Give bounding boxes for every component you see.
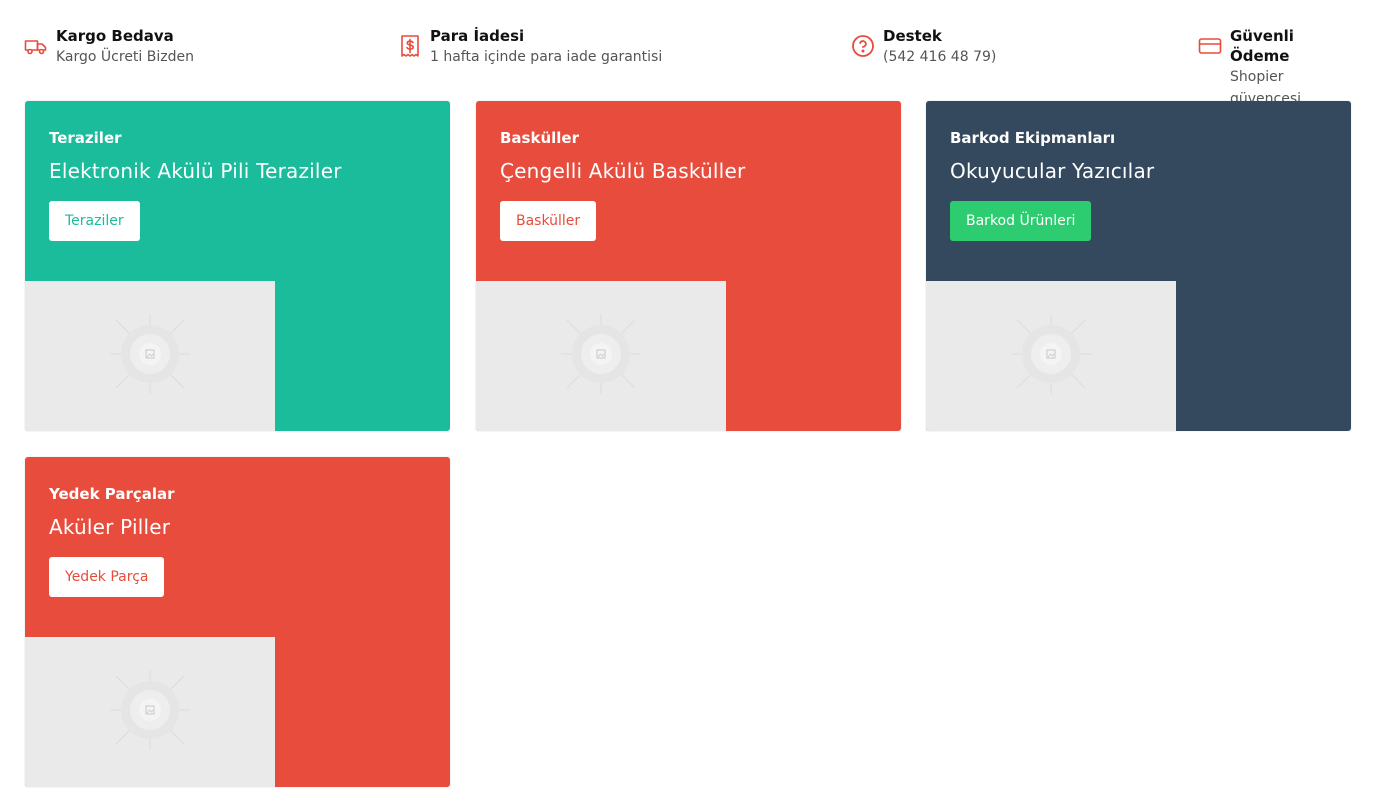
receipt-icon <box>398 34 422 58</box>
features-bar: Kargo Bedava Kargo Ücreti Bizden Para İa… <box>24 26 1352 107</box>
feature-title: Güvenli Ödeme <box>1230 27 1294 65</box>
feature-title: Para İadesi <box>430 27 525 45</box>
category-card-teraziler: Teraziler Elektronik Akülü Pili Terazile… <box>25 101 450 431</box>
help-circle-icon <box>851 34 875 58</box>
feature-secure-payment: Güvenli Ödeme Shopier güvencesi <box>1198 26 1352 110</box>
card-category: Basküller <box>500 129 579 147</box>
truck-icon <box>24 34 48 58</box>
image-placeholder <box>476 281 726 431</box>
card-category: Yedek Parçalar <box>49 485 175 503</box>
barkod-urunleri-button[interactable]: Barkod Ürünleri <box>950 201 1092 241</box>
credit-card-icon <box>1198 34 1222 58</box>
card-headline: Aküler Piller <box>49 515 171 539</box>
feature-support: Destek (542 416 48 79) <box>851 26 996 68</box>
yedek-parca-button[interactable]: Yedek Parça <box>49 557 165 597</box>
image-placeholder <box>25 637 275 787</box>
image-placeholder <box>926 281 1176 431</box>
category-card-baskuller: Basküller Çengelli Akülü Basküller Baskü… <box>476 101 901 431</box>
image-placeholder <box>25 281 275 431</box>
image-placeholder-icon <box>110 314 190 398</box>
feature-title: Destek <box>883 27 942 45</box>
feature-free-shipping: Kargo Bedava Kargo Ücreti Bizden <box>24 26 194 68</box>
baskuller-button[interactable]: Basküller <box>500 201 597 241</box>
card-headline: Okuyucular Yazıcılar <box>950 159 1155 183</box>
card-headline: Elektronik Akülü Pili Teraziler <box>49 159 342 183</box>
feature-subtitle: 1 hafta içinde para iade garantisi <box>430 49 663 65</box>
category-card-barkod: Barkod Ekipmanları Okuyucular Yazıcılar … <box>926 101 1351 431</box>
feature-refund: Para İadesi 1 hafta içinde para iade gar… <box>398 26 662 68</box>
image-placeholder-icon <box>110 670 190 754</box>
card-category: Barkod Ekipmanları <box>950 129 1116 147</box>
image-placeholder-icon <box>561 314 641 398</box>
card-headline: Çengelli Akülü Basküller <box>500 159 746 183</box>
feature-subtitle: Kargo Ücreti Bizden <box>56 49 194 65</box>
teraziler-button[interactable]: Teraziler <box>49 201 140 241</box>
feature-subtitle: (542 416 48 79) <box>883 49 997 65</box>
feature-title: Kargo Bedava <box>56 27 174 45</box>
category-card-yedek-parcalar: Yedek Parçalar Aküler Piller Yedek Parça <box>25 457 450 787</box>
image-placeholder-icon <box>1011 314 1091 398</box>
card-category: Teraziler <box>49 129 122 147</box>
